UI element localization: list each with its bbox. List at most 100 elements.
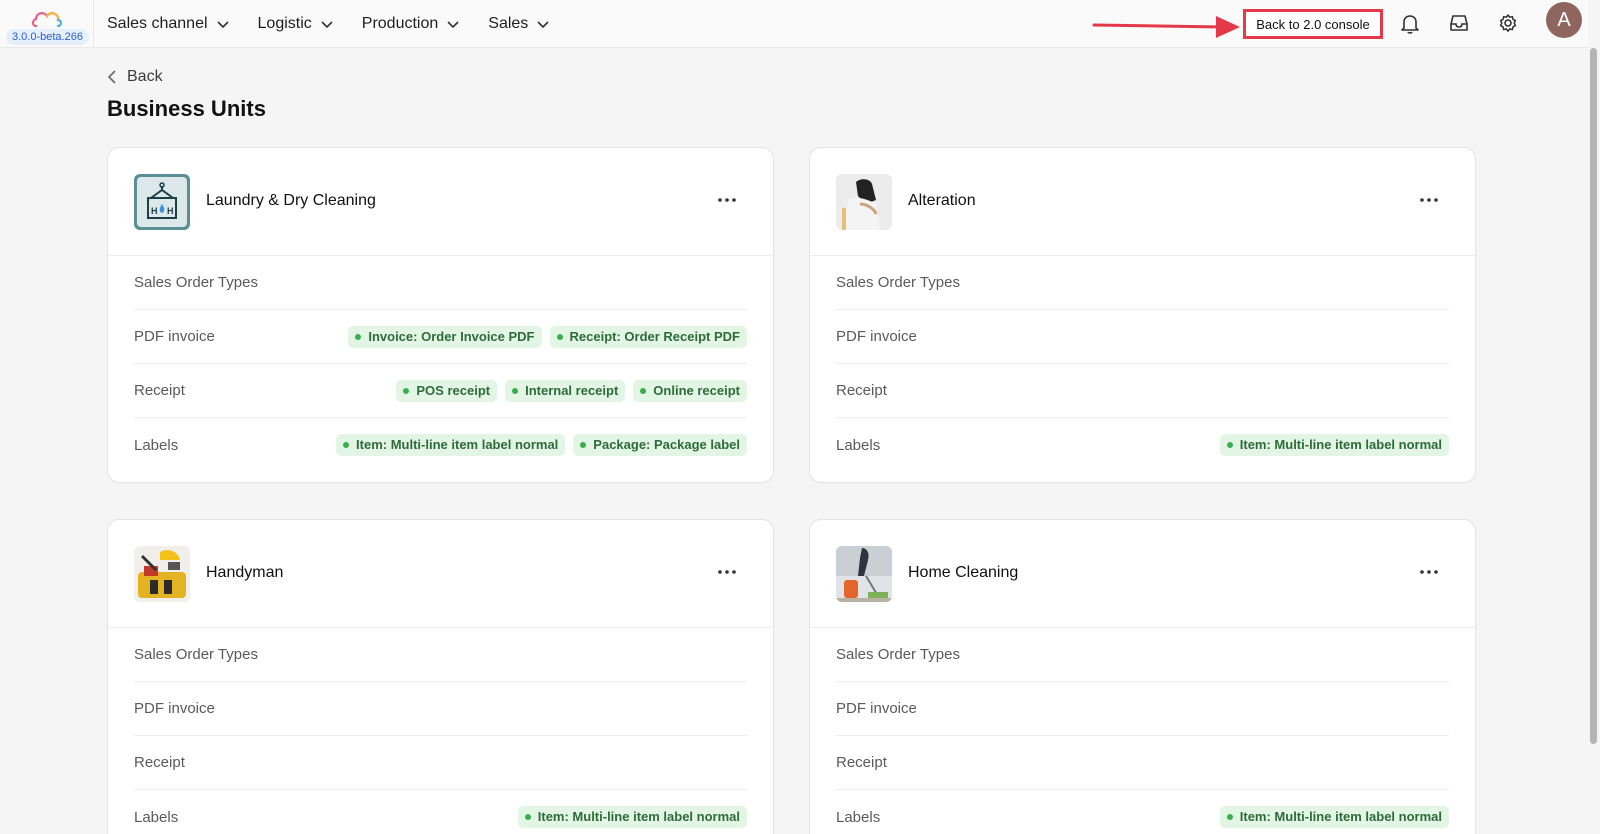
card-title: Handyman xyxy=(206,564,284,581)
status-dot xyxy=(640,387,647,394)
tag-label: POS receipt xyxy=(416,382,491,398)
row-receipt: Receipt POS receipt Internal receipt Onl… xyxy=(134,364,747,418)
status-dot xyxy=(524,814,531,820)
row-pdf-invoice: PDF invoice xyxy=(134,682,747,736)
row-label: Sales Order Types xyxy=(836,646,960,663)
card-header: Alteration xyxy=(810,148,1475,256)
chevron-down-icon xyxy=(537,21,549,29)
handyman-thumbnail xyxy=(134,546,190,602)
tag: Item: Multi-line item label normal xyxy=(1219,434,1449,456)
more-options-icon[interactable] xyxy=(715,190,739,210)
row-pdf-invoice: PDF invoice xyxy=(836,310,1449,364)
tag: Online receipt xyxy=(633,379,747,402)
more-options-icon[interactable] xyxy=(1417,190,1441,210)
tag: Package: Package label xyxy=(573,434,747,456)
row-label: Labels xyxy=(134,436,179,454)
card-header: Handyman xyxy=(108,520,773,628)
tag-label: Item: Multi-line item label normal xyxy=(356,437,559,452)
row-pdf-invoice: PDF invoice xyxy=(836,682,1449,736)
row-sales-order-types: Sales Order Types xyxy=(836,628,1449,682)
nav-label: Sales xyxy=(488,15,529,32)
tag: Item: Multi-line item label normal xyxy=(517,806,747,828)
tag: POS receipt xyxy=(396,379,498,402)
tag-label: Item: Multi-line item label normal xyxy=(1239,809,1442,824)
status-dot xyxy=(355,333,362,340)
row-label: Receipt xyxy=(836,754,887,771)
home-cleaning-thumbnail xyxy=(836,546,892,602)
tag-label: Online receipt xyxy=(653,382,740,398)
tag: Internal receipt xyxy=(505,379,626,402)
tag-label: Item: Multi-line item label normal xyxy=(1239,437,1442,452)
chevron-down-icon xyxy=(321,21,333,29)
status-dot xyxy=(512,387,519,394)
more-options-icon[interactable] xyxy=(715,562,739,582)
bell-icon[interactable] xyxy=(1398,11,1422,35)
row-labels: Labels Item: Multi-line item label norma… xyxy=(836,418,1449,472)
tag-label: Package: Package label xyxy=(593,437,740,452)
row-label: Sales Order Types xyxy=(134,646,258,663)
nav-production[interactable]: Production xyxy=(362,15,461,33)
row-label: PDF invoice xyxy=(836,328,917,345)
status-dot xyxy=(403,387,410,394)
back-to-console-button[interactable]: Back to 2.0 console xyxy=(1243,9,1383,39)
card-title: Laundry & Dry Cleaning xyxy=(206,192,376,209)
laundry-thumbnail: H H xyxy=(134,174,190,230)
row-sales-order-types: Sales Order Types xyxy=(134,256,747,310)
tag: Item: Multi-line item label normal xyxy=(1219,806,1449,828)
row-label: PDF invoice xyxy=(134,328,215,345)
tag-label: Receipt: Order Receipt PDF xyxy=(569,328,741,344)
business-unit-card-home-cleaning: Home Cleaning Sales Order Types PDF invo… xyxy=(809,519,1476,834)
row-labels: Labels Item: Multi-line item label norma… xyxy=(134,418,747,472)
row-sales-order-types: Sales Order Types xyxy=(134,628,747,682)
business-unit-card-laundry: H H Laundry & Dry Cleaning Sales Order T… xyxy=(107,147,774,483)
inbox-icon[interactable] xyxy=(1447,11,1471,35)
back-link[interactable]: Back xyxy=(107,68,163,86)
row-label: Labels xyxy=(134,808,179,826)
main-nav: Sales channel Logistic Production Sales xyxy=(107,0,550,48)
business-unit-card-handyman: Handyman Sales Order Types PDF invoice R… xyxy=(107,519,774,834)
card-title: Home Cleaning xyxy=(908,564,1019,581)
row-label: PDF invoice xyxy=(836,700,917,717)
chevron-down-icon xyxy=(447,21,459,29)
row-label: PDF invoice xyxy=(134,700,215,717)
more-options-icon[interactable] xyxy=(1417,562,1441,582)
scrollbar-thumb[interactable] xyxy=(1590,48,1597,744)
nav-logistic[interactable]: Logistic xyxy=(258,15,334,33)
row-receipt: Receipt xyxy=(836,736,1449,790)
nav-sales[interactable]: Sales xyxy=(488,15,550,33)
card-header: Home Cleaning xyxy=(810,520,1475,628)
nav-sales-channel[interactable]: Sales channel xyxy=(107,15,230,33)
row-receipt: Receipt xyxy=(836,364,1449,418)
page-title: Business Units xyxy=(107,96,266,121)
status-dot xyxy=(1226,442,1233,448)
gear-icon[interactable] xyxy=(1496,11,1520,35)
tag-label: Internal receipt xyxy=(525,382,619,398)
row-label: Receipt xyxy=(836,382,887,399)
card-title: Alteration xyxy=(908,192,976,209)
chevron-left-icon xyxy=(107,70,116,84)
chevron-down-icon xyxy=(216,21,229,29)
row-label: Sales Order Types xyxy=(836,274,960,291)
card-header: H H Laundry & Dry Cleaning xyxy=(108,148,773,256)
logo[interactable]: 3.0.0-beta.266 xyxy=(0,0,94,48)
row-label: Labels xyxy=(836,436,881,454)
status-dot xyxy=(343,442,350,448)
status-dot xyxy=(556,333,563,340)
row-label: Receipt xyxy=(134,754,185,771)
avatar[interactable]: A xyxy=(1546,2,1582,38)
scrollbar[interactable] xyxy=(1588,0,1600,834)
row-pdf-invoice: PDF invoice Invoice: Order Invoice PDF R… xyxy=(134,310,747,364)
version-badge: 3.0.0-beta.266 xyxy=(6,29,89,45)
tag: Invoice: Order Invoice PDF xyxy=(348,325,542,348)
tag: Item: Multi-line item label normal xyxy=(336,434,566,456)
back-label: Back xyxy=(127,68,163,85)
row-label: Receipt xyxy=(134,382,185,399)
status-dot xyxy=(580,442,587,448)
tag-label: Invoice: Order Invoice PDF xyxy=(368,328,535,344)
nav-label: Sales channel xyxy=(107,15,208,32)
alteration-thumbnail xyxy=(836,174,892,230)
row-label: Sales Order Types xyxy=(134,274,258,291)
svg-text:H: H xyxy=(167,206,174,216)
business-unit-card-alteration: Alteration Sales Order Types PDF invoice… xyxy=(809,147,1476,483)
row-label: Labels xyxy=(836,808,881,826)
